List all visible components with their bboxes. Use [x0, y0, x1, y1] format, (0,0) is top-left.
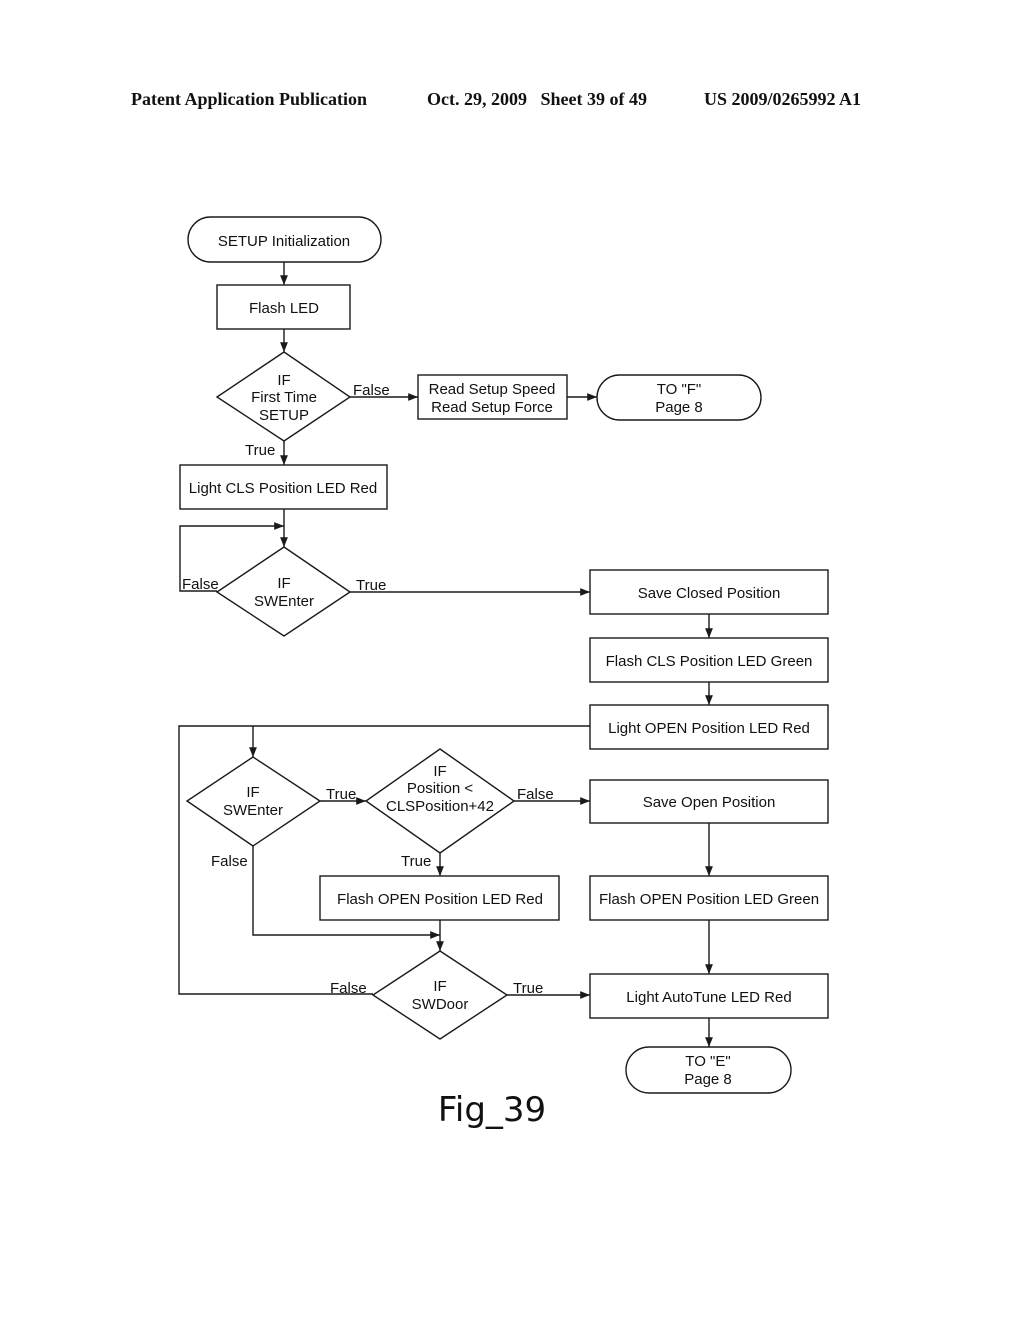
edge-label-false: False — [353, 382, 390, 399]
node-label: Save Open Position — [643, 794, 776, 811]
edge-label-false: False — [330, 980, 367, 997]
node-label: IF — [433, 978, 446, 995]
node-label: Save Closed Position — [638, 585, 781, 602]
node-label: SWEnter — [223, 802, 283, 819]
node-setup-initialization: SETUP Initialization — [187, 216, 382, 263]
node-label: Flash LED — [249, 300, 319, 317]
node-if-swenter-2: IF SWEnter — [185, 756, 322, 847]
node-label: First Time — [251, 389, 317, 406]
node-label: Read Setup Force — [431, 399, 553, 416]
edge-label-false: False — [182, 576, 219, 593]
node-label: Light OPEN Position LED Red — [608, 720, 810, 737]
node-light-autotune-led-red: Light AutoTune LED Red — [589, 973, 829, 1019]
edge-label-true: True — [401, 853, 431, 870]
node-label: IF — [246, 784, 259, 801]
edge-label-true: True — [356, 577, 386, 594]
edge-label-false: False — [517, 786, 554, 803]
node-flash-led: Flash LED — [216, 284, 351, 330]
node-label: IF — [433, 763, 446, 780]
node-label: Read Setup Speed — [429, 381, 556, 398]
node-read-setup: Read Setup Speed Read Setup Force — [417, 374, 568, 420]
node-light-open-position-led-red: Light OPEN Position LED Red — [589, 704, 829, 750]
node-save-closed-position: Save Closed Position — [589, 569, 829, 615]
node-label: SWDoor — [412, 996, 469, 1013]
node-label: SETUP Initialization — [218, 233, 350, 250]
node-label: Page 8 — [655, 399, 703, 416]
node-label: TO "F" — [657, 381, 702, 398]
node-label: Flash OPEN Position LED Green — [599, 891, 819, 908]
flowchart: False True False True True False False T… — [178, 216, 829, 1130]
node-label: Position < — [407, 780, 474, 797]
node-flash-cls-position-led-green: Flash CLS Position LED Green — [589, 637, 829, 683]
node-if-position-lt-clsposition: IF Position < CLSPosition+42 — [364, 748, 516, 854]
node-label: Light AutoTune LED Red — [626, 989, 791, 1006]
node-label: Flash CLS Position LED Green — [606, 653, 813, 670]
node-label: IF — [277, 575, 290, 592]
node-label: CLSPosition+42 — [386, 798, 494, 815]
node-label: SWEnter — [254, 593, 314, 610]
node-if-swenter-1: IF SWEnter — [215, 546, 352, 637]
node-if-swdoor: IF SWDoor — [371, 950, 509, 1040]
node-to-e-page-8: TO "E" Page 8 — [625, 1046, 792, 1094]
node-save-open-position: Save Open Position — [589, 779, 829, 824]
node-label: Flash OPEN Position LED Red — [337, 891, 543, 908]
node-label: SETUP — [259, 407, 309, 424]
node-if-first-time-setup: IF First Time SETUP — [215, 351, 352, 442]
edge-label-true: True — [245, 442, 275, 459]
node-label: IF — [277, 372, 290, 389]
edge-label-true: True — [513, 980, 543, 997]
figure-label: Fig_39 — [438, 1090, 546, 1130]
node-label: Light CLS Position LED Red — [189, 480, 377, 497]
node-flash-open-position-led-red: Flash OPEN Position LED Red — [319, 875, 560, 921]
edge-label-true: True — [326, 786, 356, 803]
node-to-f-page-8: TO "F" Page 8 — [596, 374, 762, 421]
node-label: Page 8 — [684, 1071, 732, 1088]
edge-label-false: False — [211, 853, 248, 870]
node-flash-open-position-led-green: Flash OPEN Position LED Green — [589, 875, 829, 921]
node-label: TO "E" — [685, 1053, 730, 1070]
node-light-cls-position-led-red: Light CLS Position LED Red — [179, 464, 388, 510]
